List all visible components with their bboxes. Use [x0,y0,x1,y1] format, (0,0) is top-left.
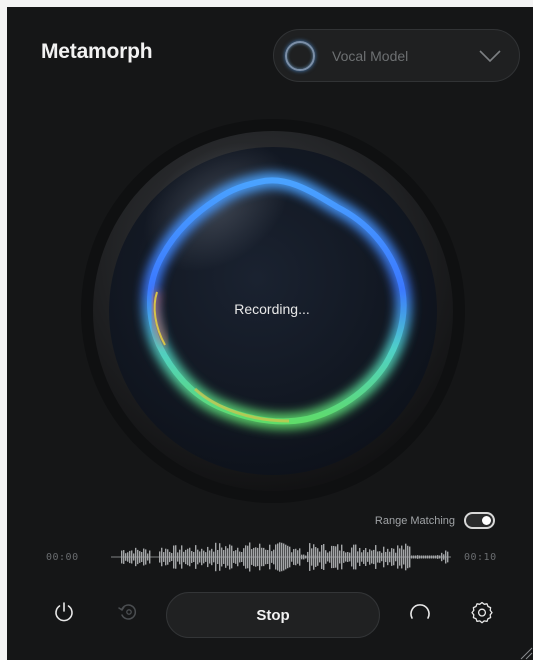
undo-button[interactable] [114,598,142,626]
power-button[interactable] [50,598,78,626]
loop-button[interactable] [406,598,434,626]
range-matching: Range Matching [375,512,495,529]
range-matching-toggle[interactable] [464,512,495,529]
stop-button[interactable]: Stop [166,592,380,638]
settings-button[interactable] [468,598,496,626]
plugin-window: Metamorph Vocal Model Recording... Range… [7,7,533,660]
settings-icon [471,601,493,624]
time-end: 00:10 [464,552,497,563]
range-matching-label: Range Matching [374,514,455,527]
resize-handle-icon[interactable] [519,646,533,660]
time-start: 00:00 [46,552,79,563]
power-icon [55,602,73,622]
recording-status: Recording... [234,301,310,317]
undo-icon [118,604,137,620]
toggle-knob [482,516,491,525]
audio-waveform[interactable] [111,537,451,577]
loop-icon [410,604,430,619]
